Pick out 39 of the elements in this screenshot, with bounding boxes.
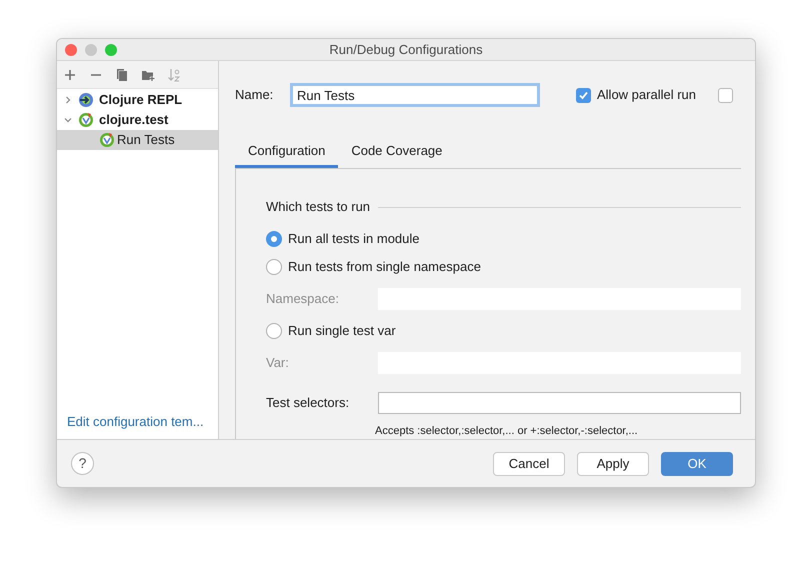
zoom-button[interactable] xyxy=(105,44,117,56)
copy-icon[interactable] xyxy=(115,68,129,82)
add-icon[interactable] xyxy=(63,68,77,82)
tree-item[interactable]: Run Tests xyxy=(57,130,218,150)
minimize-button[interactable] xyxy=(85,44,97,56)
checkbox-label: Allow parallel run xyxy=(597,86,696,104)
dialog-button[interactable]: OK xyxy=(661,452,733,476)
help-button[interactable]: ? xyxy=(71,452,94,475)
hint-text: Accepts :selector,:selector,... or +:selector,-:selector,... xyxy=(375,424,639,439)
chevron-down-icon[interactable] xyxy=(63,115,73,125)
name-label: Name: xyxy=(235,86,274,104)
section-title: Which tests to run xyxy=(266,198,370,216)
field-label: Test selectors: xyxy=(266,394,350,412)
tab[interactable]: Configuration xyxy=(235,137,338,168)
dialog-button[interactable]: Apply xyxy=(577,452,649,476)
window-title: Run/Debug Configurations xyxy=(329,40,483,59)
test-config-icon xyxy=(78,112,94,128)
radio-button[interactable] xyxy=(266,259,282,275)
check-icon xyxy=(578,90,589,100)
radio-label: Run tests from single namespace xyxy=(288,258,481,276)
checkbox[interactable] xyxy=(718,88,733,102)
edit-templates-link[interactable]: Edit configuration tem... xyxy=(57,412,218,439)
radio-button[interactable] xyxy=(266,231,282,247)
radio-button[interactable] xyxy=(266,323,282,339)
field-label: Namespace: xyxy=(266,290,340,308)
checkbox[interactable] xyxy=(576,88,591,102)
repl-config-icon xyxy=(78,92,94,108)
tree-item[interactable]: clojure.test xyxy=(57,110,218,130)
tab[interactable]: Code Coverage xyxy=(338,137,456,168)
input-field[interactable] xyxy=(378,392,741,414)
close-button[interactable] xyxy=(65,44,77,56)
chevron-right-icon[interactable] xyxy=(63,95,73,105)
tree-item[interactable]: Clojure REPL xyxy=(57,90,218,110)
name-input[interactable]: Run Tests xyxy=(290,83,540,107)
radio-label: Run all tests in module xyxy=(288,230,420,248)
field-label: Var: xyxy=(266,354,290,372)
dialog-button[interactable]: Cancel xyxy=(493,452,565,476)
test-config-icon xyxy=(99,132,115,148)
radio-label: Run single test var xyxy=(288,322,396,340)
